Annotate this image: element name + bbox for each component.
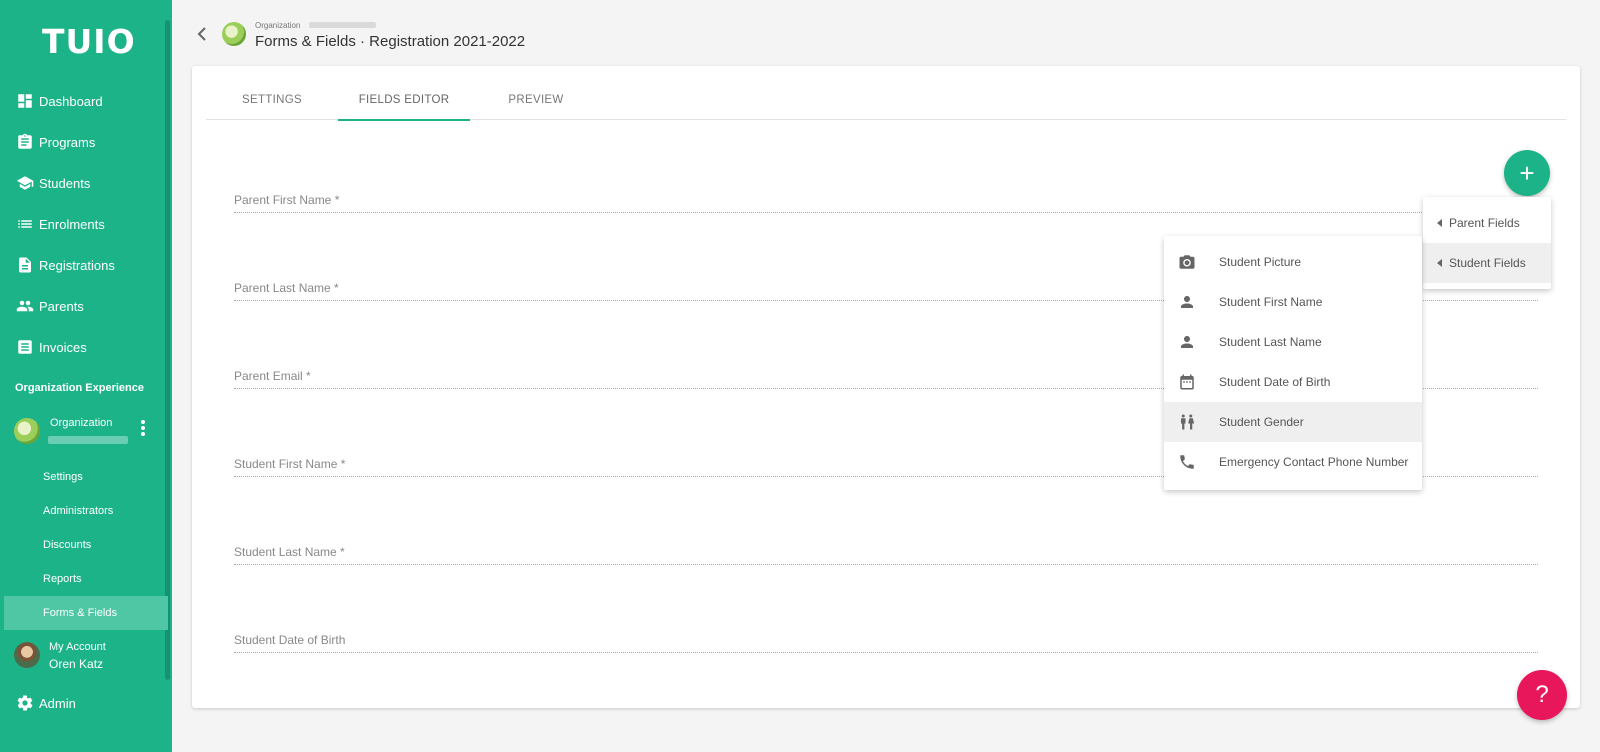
sidebar-item-label: Admin xyxy=(39,695,76,711)
sidebar-item-admin[interactable]: Admin xyxy=(0,686,168,720)
sidebar-item-enrolments[interactable]: Enrolments xyxy=(0,207,168,241)
tab-bar: SETTINGS FIELDS EDITOR PREVIEW xyxy=(206,80,1566,121)
field-label: Parent First Name * xyxy=(234,193,340,207)
sidebar-subitem-discounts[interactable]: Discounts xyxy=(0,528,168,562)
gear-icon xyxy=(16,694,34,712)
sidebar-item-parents[interactable]: Parents xyxy=(0,289,168,323)
person-icon xyxy=(1178,293,1196,311)
sidebar-item-label: Enrolments xyxy=(39,216,105,232)
field-groups-menu: Parent Fields Student Fields xyxy=(1423,197,1551,289)
sidebar-item-label: Parents xyxy=(39,298,84,314)
menu-item-label: Student Gender xyxy=(1219,415,1304,429)
tab-fields-editor[interactable]: FIELDS EDITOR xyxy=(338,80,470,121)
camera-icon xyxy=(1178,253,1196,271)
invoice-icon xyxy=(16,338,34,356)
menu-item-student-gender[interactable]: Student Gender xyxy=(1164,402,1422,442)
sidebar-item-label: Programs xyxy=(39,134,96,150)
field-student-last-name[interactable]: Student Last Name * xyxy=(234,539,1538,565)
menu-item-label: Emergency Contact Phone Number xyxy=(1219,455,1409,469)
field-label: Parent Email * xyxy=(234,369,311,383)
sidebar-item-students[interactable]: Students xyxy=(0,166,168,200)
phone-icon xyxy=(1178,453,1196,471)
menu-item-student-first-name[interactable]: Student First Name xyxy=(1164,282,1422,322)
school-icon xyxy=(16,174,34,192)
menu-item-label: Parent Fields xyxy=(1449,216,1520,230)
page-title: Forms & Fields · Registration 2021-2022 xyxy=(255,33,526,50)
menu-item-student-date-of-birth[interactable]: Student Date of Birth xyxy=(1164,362,1422,402)
tab-settings[interactable]: SETTINGS xyxy=(206,80,338,120)
help-button[interactable]: ? xyxy=(1517,670,1567,720)
section-label-organization-experience: Organization Experience xyxy=(15,382,144,394)
more-vert-icon[interactable] xyxy=(140,420,146,438)
organization-logo xyxy=(222,22,246,46)
people-icon xyxy=(16,297,34,315)
menu-item-student-last-name[interactable]: Student Last Name xyxy=(1164,322,1422,362)
menu-item-label: Student First Name xyxy=(1219,295,1323,309)
field-label: Parent Last Name * xyxy=(234,281,339,295)
header-organization-redacted xyxy=(309,22,376,28)
sidebar: TUIO Dashboard Programs Students Enrolme… xyxy=(0,0,172,752)
student-fields-submenu: Student Picture Student First Name Stude… xyxy=(1164,236,1422,490)
sidebar-item-label: Invoices xyxy=(39,339,87,355)
sidebar-item-label: Students xyxy=(39,175,91,191)
header-organization-label: Organization xyxy=(255,21,301,30)
sidebar-subitem-forms-fields[interactable]: Forms & Fields xyxy=(4,596,168,630)
person-icon xyxy=(1178,333,1196,351)
sidebar-item-registrations[interactable]: Registrations xyxy=(0,248,168,282)
account-name: Oren Katz xyxy=(49,657,104,671)
document-icon xyxy=(16,256,34,274)
organization-switcher[interactable]: Organization xyxy=(14,414,164,454)
menu-item-emergency-contact-phone[interactable]: Emergency Contact Phone Number xyxy=(1164,442,1422,482)
dashboard-icon xyxy=(16,92,34,110)
back-arrow-icon[interactable] xyxy=(196,26,208,42)
list-icon xyxy=(16,215,34,233)
account-label: My Account xyxy=(49,641,106,653)
menu-item-label: Student Fields xyxy=(1449,256,1526,270)
menu-item-parent-fields[interactable]: Parent Fields xyxy=(1423,203,1551,243)
field-label: Student Date of Birth xyxy=(234,633,346,647)
field-label: Student Last Name * xyxy=(234,545,345,559)
menu-item-student-fields[interactable]: Student Fields xyxy=(1423,243,1551,283)
menu-item-student-picture[interactable]: Student Picture xyxy=(1164,242,1422,282)
menu-item-label: Student Picture xyxy=(1219,255,1302,269)
user-avatar xyxy=(14,642,40,668)
organization-redacted-name xyxy=(48,436,128,444)
caret-left-icon xyxy=(1437,259,1442,267)
organization-name: Organization xyxy=(50,417,113,429)
caret-left-icon xyxy=(1437,219,1442,227)
tab-preview[interactable]: PREVIEW xyxy=(470,80,602,120)
menu-item-label: Student Last Name xyxy=(1219,335,1322,349)
sidebar-item-programs[interactable]: Programs xyxy=(0,125,168,159)
calendar-icon xyxy=(1178,373,1196,391)
field-label: Student First Name * xyxy=(234,457,346,471)
sidebar-subitem-administrators[interactable]: Administrators xyxy=(0,494,168,528)
add-field-button[interactable]: + xyxy=(1504,150,1550,196)
sidebar-subitem-reports[interactable]: Reports xyxy=(0,562,168,596)
tuio-logo[interactable]: TUIO xyxy=(42,22,136,61)
menu-item-label: Student Date of Birth xyxy=(1219,375,1331,389)
sidebar-item-dashboard[interactable]: Dashboard xyxy=(0,84,168,118)
gender-icon xyxy=(1178,413,1196,431)
sidebar-item-label: Registrations xyxy=(39,257,115,273)
my-account[interactable]: My Account Oren Katz xyxy=(14,640,164,676)
sidebar-item-label: Dashboard xyxy=(39,93,103,109)
sidebar-item-invoices[interactable]: Invoices xyxy=(0,330,168,364)
clipboard-icon xyxy=(16,133,34,151)
organization-logo xyxy=(14,418,40,444)
field-parent-first-name[interactable]: Parent First Name * xyxy=(234,187,1538,213)
sidebar-subitem-settings[interactable]: Settings xyxy=(0,460,168,494)
field-student-date-of-birth[interactable]: Student Date of Birth xyxy=(234,627,1538,653)
